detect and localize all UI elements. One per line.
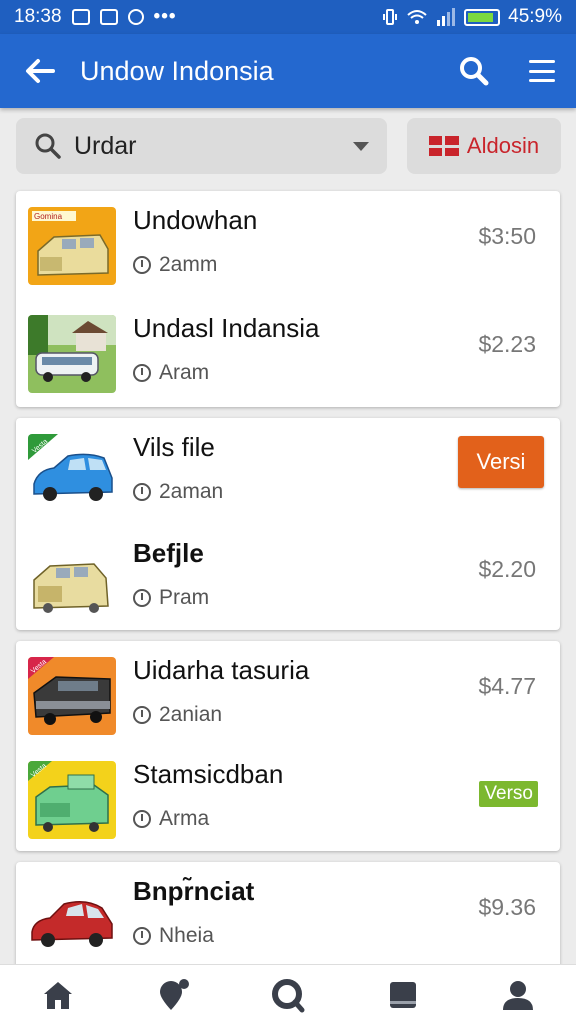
- version-badge[interactable]: Versi: [458, 436, 544, 488]
- item-name: Befjle: [133, 538, 204, 568]
- clock-icon: [133, 589, 151, 607]
- menu-icon: [529, 60, 555, 82]
- item-meta-text: Arma: [159, 807, 210, 830]
- list-item[interactable]: Undasl Indansia Aram $2.23: [16, 299, 560, 407]
- clock-icon: [133, 483, 151, 501]
- bottom-nav: [0, 964, 576, 1024]
- search-icon: [272, 978, 305, 1012]
- list-item[interactable]: Vesta Vils file 2aman Versi: [16, 418, 560, 526]
- clock-icon: [133, 927, 151, 945]
- item-price: $2.23: [478, 331, 536, 357]
- back-button[interactable]: [0, 58, 80, 84]
- signal-icon: [437, 8, 456, 26]
- clock-icon: [133, 364, 151, 382]
- page-title: Undow Indonsia: [80, 55, 274, 86]
- search-button[interactable]: [440, 56, 508, 86]
- language-button[interactable]: Aldosin: [407, 118, 561, 174]
- battery-percent: 45:9%: [508, 6, 562, 27]
- menu-button[interactable]: [508, 60, 576, 82]
- item-thumbnail: Vesta: [28, 761, 116, 839]
- version-badge[interactable]: Verso: [479, 781, 538, 807]
- sync-icon: [127, 9, 144, 25]
- search-icon: [35, 133, 61, 159]
- flag-icon: [428, 136, 459, 156]
- item-thumbnail: [28, 540, 116, 618]
- item-meta-text: 2amm: [159, 253, 218, 276]
- location-icon: [159, 978, 189, 1010]
- item-card: Vesta Uidarha tasuria 2anian $4.77 Vesta…: [16, 641, 560, 851]
- item-thumbnail: [28, 878, 116, 956]
- profile-icon: [503, 980, 534, 1010]
- item-name: Stamsicdban: [133, 759, 284, 789]
- notification-icon: [99, 9, 118, 25]
- item-name: Undasl Indansia: [133, 313, 320, 343]
- item-name: Undowhan: [133, 205, 258, 235]
- item-thumbnail: [28, 315, 116, 393]
- item-card: Gomina Undowhan 2amm $3:50 Undasl Indans…: [16, 191, 560, 407]
- item-price: $4.77: [478, 673, 536, 699]
- item-name: Uidarha tasuria: [133, 655, 310, 685]
- search-icon: [460, 57, 489, 86]
- nav-location[interactable]: [115, 965, 230, 1024]
- filter-bar: Urdar Aldosin: [16, 118, 561, 174]
- item-name: Vils file: [133, 432, 215, 462]
- item-meta: 2aman: [133, 480, 223, 504]
- item-thumbnail: Vesta: [28, 434, 116, 512]
- wifi-icon: [407, 10, 427, 24]
- item-meta-text: 2aman: [159, 480, 224, 503]
- item-price: $3:50: [478, 223, 536, 249]
- vibrate-icon: [383, 9, 398, 25]
- list-item[interactable]: Vesta Uidarha tasuria 2anian $4.77: [16, 641, 560, 749]
- item-price: $9.36: [478, 894, 536, 920]
- library-icon: [390, 981, 417, 1008]
- list-item[interactable]: Bnpr̃nciat Nheia $9.36: [16, 862, 560, 970]
- item-meta-text: 2anian: [159, 703, 223, 726]
- home-icon: [43, 981, 72, 1009]
- list-item[interactable]: Gomina Undowhan 2amm $3:50: [16, 191, 560, 299]
- status-time: 18:38: [14, 6, 62, 27]
- search-value: Urdar: [74, 131, 137, 160]
- arrow-left-icon: [26, 59, 55, 83]
- item-name: Bnpr̃nciat: [133, 876, 255, 906]
- language-label: Aldosin: [466, 133, 540, 158]
- item-meta: 2amm: [133, 253, 217, 277]
- more-notifications-icon: •••: [153, 6, 177, 27]
- nav-profile[interactable]: [461, 965, 576, 1024]
- app-bar: Undow Indonsia: [0, 34, 576, 108]
- nav-library[interactable]: [346, 965, 461, 1024]
- list-item[interactable]: Vesta Stamsicdban Arma Verso: [16, 745, 560, 853]
- item-meta: Aram: [133, 361, 209, 385]
- item-card: Vesta Vils file 2aman Versi Befjle Pram …: [16, 418, 560, 630]
- item-meta-text: Pram: [159, 586, 210, 609]
- search-dropdown[interactable]: Urdar: [16, 118, 387, 174]
- clock-icon: [133, 810, 151, 828]
- clock-icon: [133, 256, 151, 274]
- item-thumbnail: Vesta: [28, 657, 116, 735]
- item-meta: Nheia: [133, 924, 214, 948]
- nav-home[interactable]: [0, 965, 115, 1024]
- battery-icon: [464, 8, 501, 26]
- item-card: Bnpr̃nciat Nheia $9.36: [16, 862, 560, 972]
- item-meta-text: Aram: [159, 361, 210, 384]
- item-thumbnail: Gomina: [28, 207, 116, 285]
- item-meta-text: Nheia: [159, 924, 214, 947]
- item-price: $2.20: [478, 556, 536, 582]
- item-meta: Pram: [133, 586, 209, 610]
- item-meta: 2anian: [133, 703, 222, 727]
- clock-icon: [133, 706, 151, 724]
- status-bar: 18:38 ••• 45:9%: [0, 0, 576, 34]
- item-meta: Arma: [133, 807, 209, 831]
- list-item[interactable]: Befjle Pram $2.20: [16, 524, 560, 632]
- thumb-tag: Gomina: [34, 212, 63, 221]
- nav-search[interactable]: [230, 965, 345, 1024]
- chevron-down-icon: [353, 141, 369, 151]
- sim-icon: [71, 9, 90, 25]
